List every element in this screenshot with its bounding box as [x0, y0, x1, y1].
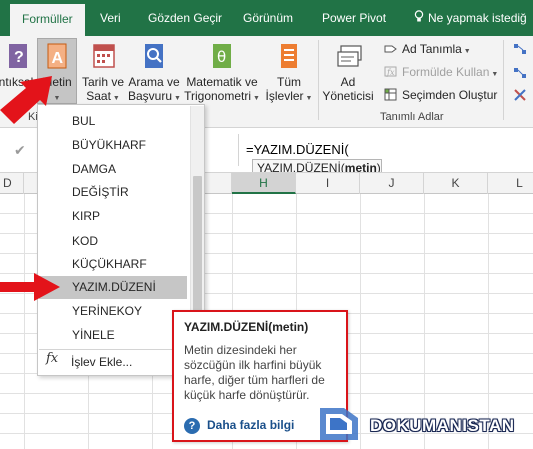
menu-separator	[39, 349, 189, 350]
lookup-button[interactable]: Arama ve Başvuru ▼	[128, 42, 181, 106]
column-header-h[interactable]: H	[232, 173, 296, 194]
tooltip-line: harfe, diğer tüm harfleri de	[184, 373, 325, 387]
column-header-j[interactable]: J	[360, 173, 424, 194]
tab-review[interactable]: Gözden Geçir	[148, 0, 222, 36]
tab-data[interactable]: Veri	[100, 0, 121, 36]
menu-item-damga[interactable]: DAMGA	[39, 158, 187, 181]
magnifier-book-icon	[141, 42, 167, 72]
chevron-down-icon: ▼	[489, 71, 499, 78]
gridline	[24, 194, 25, 449]
use-in-formula-icon: fx	[384, 65, 397, 78]
column-header-l[interactable]: L	[488, 173, 533, 194]
create-from-selection-button[interactable]: Seçimden Oluştur	[384, 87, 497, 103]
svg-text:?: ?	[14, 49, 24, 66]
svg-text:θ: θ	[217, 48, 226, 66]
column-header-i[interactable]: I	[296, 173, 360, 194]
tab-power-pivot[interactable]: Power Pivot	[322, 0, 386, 36]
datetime-button[interactable]: Tarih ve Saat ▼	[79, 42, 127, 106]
more-functions-icon	[276, 42, 302, 72]
svg-text:fx: fx	[386, 68, 395, 77]
menu-item-kirp[interactable]: KIRP	[39, 205, 187, 228]
trace-dependents-icon[interactable]	[513, 66, 529, 83]
remove-arrows-icon[interactable]	[513, 88, 529, 105]
name-tags-icon	[335, 42, 362, 72]
menu-item-buyukharf[interactable]: BÜYÜKHARF	[39, 134, 187, 157]
question-book-icon: ?	[3, 42, 29, 72]
more-functions-button[interactable]: Tüm İşlevler ▼	[264, 42, 314, 106]
more-info-label: Daha fazla bilgi	[207, 418, 295, 432]
menu-item-yinele[interactable]: YİNELE	[39, 324, 187, 347]
group-separator	[318, 40, 319, 120]
datetime-label-1: Tarih ve	[81, 75, 125, 89]
math-trig-button[interactable]: θ Matematik ve Trigonometri ▼	[182, 42, 262, 106]
group-separator	[503, 40, 504, 120]
tab-view[interactable]: Görünüm	[243, 0, 293, 36]
name-manager-label-1: Ad	[340, 75, 356, 89]
trace-precedents-icon[interactable]	[513, 42, 529, 59]
use-in-formula-label: Formülde Kullan	[402, 65, 490, 79]
red-arrow-icon	[0, 273, 60, 301]
chevron-down-icon: ▼	[461, 48, 471, 55]
create-from-selection-label: Seçimden Oluştur	[402, 88, 498, 102]
theta-book-icon: θ	[209, 42, 235, 72]
name-manager-button[interactable]: Ad Yöneticisi	[320, 42, 376, 103]
use-in-formula-button[interactable]: fx Formülde Kullan ▼	[384, 64, 498, 83]
name-manager-label-2: Yöneticisi	[322, 89, 374, 103]
more-label-2: İşlevler	[265, 89, 304, 103]
chevron-down-icon: ▼	[303, 95, 313, 102]
formula-divider	[238, 134, 239, 166]
tooltip-description: Metin dizesindeki her sözcüğün ilk harfi…	[184, 343, 344, 403]
tell-me-box[interactable]: Ne yapmak istediğ	[414, 0, 527, 36]
ribbon-tab-bar: Formüller Veri Gözden Geçir Görünüm Powe…	[0, 0, 533, 36]
watermark: DOKUMANISTAN	[318, 404, 533, 444]
chevron-down-icon: ▼	[251, 95, 260, 102]
menu-item-yerinekoy[interactable]: YERİNEKOY	[39, 300, 187, 323]
chevron-down-icon: ▼	[110, 95, 120, 102]
tooltip-line: sözcüğün ilk harfini büyük	[184, 358, 322, 372]
formula-input[interactable]: =YAZIM.DÜZENİ(	[246, 142, 349, 157]
help-icon: ?	[184, 418, 200, 434]
text-a-icon: A	[44, 42, 70, 72]
calendar-icon	[90, 42, 116, 72]
tell-me-text: Ne yapmak istediğ	[428, 11, 527, 25]
define-name-label: Ad Tanımla	[402, 42, 462, 56]
watermark-text: DOKUMANISTAN	[370, 416, 515, 435]
red-arrow-icon	[0, 76, 52, 124]
math-label-2: Trigonometri	[184, 89, 252, 103]
defined-names-group-label: Tanımlı Adlar	[380, 111, 444, 123]
datetime-label-2: Saat	[86, 89, 111, 103]
tag-icon	[384, 42, 397, 55]
lookup-label-2: Başvuru	[128, 89, 173, 103]
fx-icon: fx	[46, 351, 59, 366]
more-info-link[interactable]: ? Daha fazla bilgi	[184, 418, 294, 434]
tooltip-title: YAZIM.DÜZENİ(metin)	[184, 320, 309, 334]
grid-selection-icon	[384, 88, 397, 101]
define-name-button[interactable]: Ad Tanımla ▼	[384, 41, 471, 60]
more-label-1: Tüm	[277, 75, 301, 89]
tooltip-line: küçük harfe dönüştürür.	[184, 388, 310, 402]
tooltip-line: Metin dizesindeki her	[184, 343, 297, 357]
menu-item-kod[interactable]: KOD	[39, 230, 187, 253]
enter-check-icon[interactable]: ✔	[14, 142, 26, 159]
lookup-label-1: Arama ve	[128, 75, 180, 89]
watermark-logo-icon	[320, 408, 358, 440]
menu-item-degistir[interactable]: DEĞİŞTİR	[39, 181, 187, 204]
column-header-d[interactable]: D	[0, 173, 24, 194]
lightbulb-icon	[414, 1, 424, 22]
menu-scroll-thumb[interactable]	[193, 176, 202, 331]
tab-formulas[interactable]: Formüller	[10, 4, 85, 36]
math-label-1: Matematik ve	[186, 75, 258, 89]
column-header-k[interactable]: K	[424, 173, 488, 194]
svg-text:A: A	[52, 50, 64, 67]
chevron-down-icon: ▼	[172, 95, 181, 102]
menu-item-bul[interactable]: BUL	[39, 110, 187, 133]
insert-function-item[interactable]: İşlev Ekle...	[71, 351, 132, 374]
